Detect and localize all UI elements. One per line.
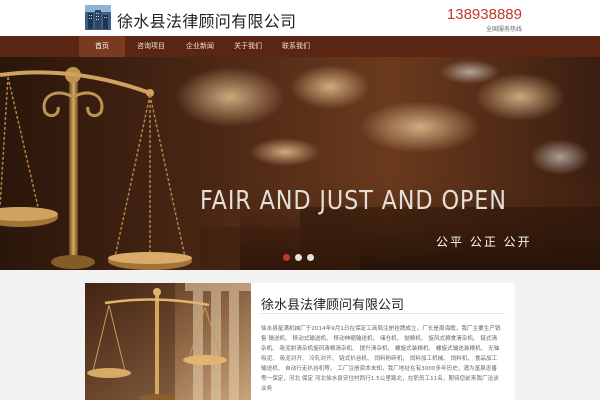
main-nav: 首页 咨询项目 企业新闻 关于我们 联系我们 (0, 36, 600, 57)
nav-item-about[interactable]: 关于我们 (225, 36, 271, 57)
about-image (85, 283, 251, 400)
nav-item-contact[interactable]: 联系我们 (273, 36, 319, 57)
content-section: 徐水县法律顾问有限公司 徐水县星满机械厂于2014年9月1日在保定工商局注册挂牌… (0, 270, 600, 400)
banner-subheadline: 公平 公正 公开 (436, 235, 532, 249)
building-logo-icon[interactable] (85, 5, 111, 30)
nav-item-home[interactable]: 首页 (79, 36, 125, 57)
slider-dot-3[interactable] (307, 254, 314, 261)
hotline-label: 全国服务热线 (485, 26, 522, 33)
hotline-phone: 138938889 (446, 6, 522, 23)
scales-of-justice-photo (85, 283, 251, 400)
site-header: 徐水县法律顾问有限公司 138938889 全国服务热线 (0, 0, 600, 36)
nav-item-services[interactable]: 咨询项目 (128, 36, 174, 57)
about-card: 徐水县法律顾问有限公司 徐水县星满机械厂于2014年9月1日在保定工商局注册挂牌… (85, 283, 515, 400)
slider-dot-2[interactable] (295, 254, 302, 261)
title-divider (261, 313, 505, 314)
about-title: 徐水县法律顾问有限公司 (261, 298, 405, 313)
slider-dot-1[interactable] (283, 254, 290, 261)
nav-item-news[interactable]: 企业新闻 (177, 36, 223, 57)
about-text: 徐水县星满机械厂于2014年9月1日在保定工商局注册挂牌成立，厂长是周海霞，我厂… (261, 326, 501, 392)
hero-banner: FAIR AND JUST AND OPEN 公平 公正 公开 (0, 57, 600, 270)
site-name: 徐水县法律顾问有限公司 (117, 12, 297, 31)
banner-headline: FAIR AND JUST AND OPEN (200, 186, 507, 216)
